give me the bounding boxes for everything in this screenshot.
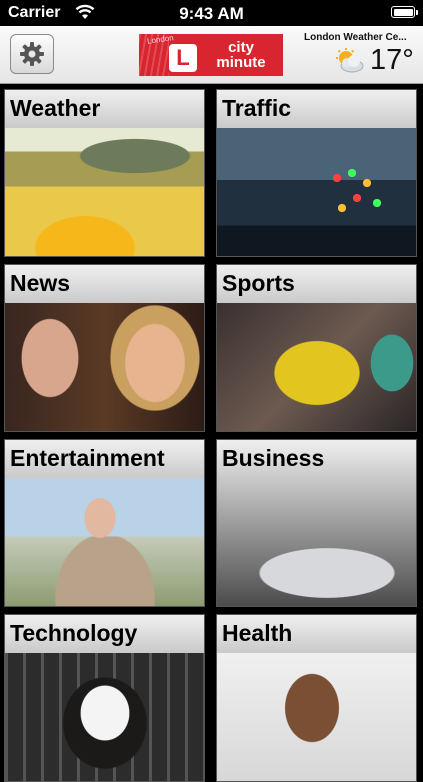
- tile-label: News: [10, 270, 71, 296]
- tile-entertainment[interactable]: Entertainment: [4, 439, 205, 607]
- logo-wordmark: city minute: [216, 39, 266, 71]
- tile-sports[interactable]: Sports: [216, 264, 417, 432]
- partly-cloudy-icon: [336, 48, 364, 73]
- news-thumbnail: [5, 303, 204, 431]
- tile-weather[interactable]: Weather: [4, 89, 205, 257]
- tile-news[interactable]: News: [4, 264, 205, 432]
- tile-label: Traffic: [222, 95, 292, 121]
- clock: 9:43 AM: [179, 4, 244, 23]
- weather-thumbnail: [5, 128, 204, 256]
- temperature: 17°: [370, 44, 414, 76]
- entertainment-thumbnail: [5, 478, 204, 606]
- business-thumbnail: [217, 478, 416, 606]
- gear-icon: [20, 42, 44, 66]
- health-thumbnail: [217, 653, 416, 781]
- tile-health[interactable]: Health: [216, 614, 417, 782]
- settings-button[interactable]: [10, 34, 54, 74]
- tile-technology[interactable]: Technology: [4, 614, 205, 782]
- tile-label: Technology: [10, 620, 138, 646]
- technology-thumbnail: [5, 653, 204, 781]
- tile-label: Entertainment: [10, 445, 165, 471]
- tile-label: Health: [222, 620, 293, 646]
- tile-traffic[interactable]: Traffic: [216, 89, 417, 257]
- traffic-thumbnail: [217, 128, 416, 256]
- city-minute-logo[interactable]: London L city minute: [139, 34, 283, 76]
- weather-location-label: London Weather Ce...: [304, 32, 407, 43]
- logo-badge: L: [169, 44, 197, 72]
- status-bar: Carrier 9:43 AM: [0, 0, 423, 26]
- tile-label: Weather: [10, 95, 101, 121]
- tile-business[interactable]: Business: [216, 439, 417, 607]
- top-bar: London L city minute London Weather Ce..…: [0, 26, 423, 84]
- tile-label: Sports: [222, 270, 295, 296]
- tile-label: Business: [222, 445, 325, 471]
- battery-icon: [391, 6, 418, 18]
- sports-thumbnail: [217, 303, 416, 431]
